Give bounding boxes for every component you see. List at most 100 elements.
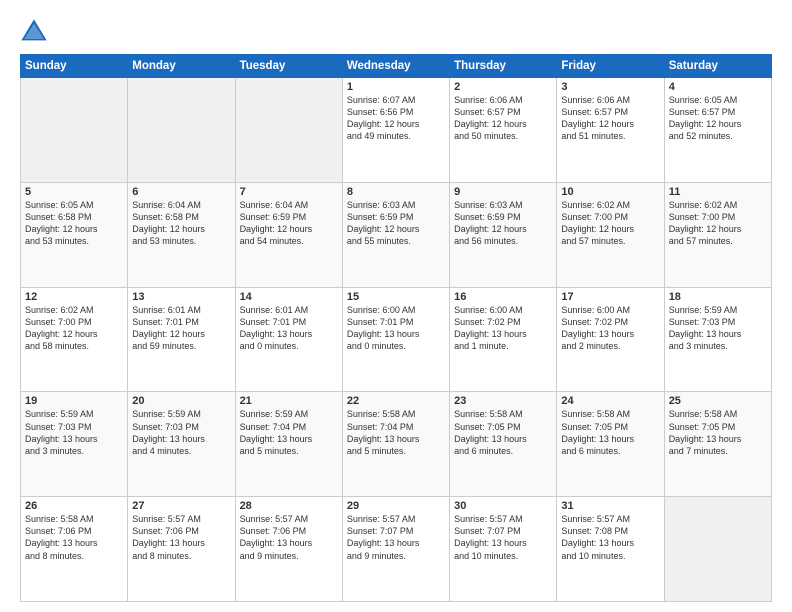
day-cell-31: 31Sunrise: 5:57 AM Sunset: 7:08 PM Dayli… <box>557 497 664 602</box>
day-cell-29: 29Sunrise: 5:57 AM Sunset: 7:07 PM Dayli… <box>342 497 449 602</box>
day-cell-7: 7Sunrise: 6:04 AM Sunset: 6:59 PM Daylig… <box>235 182 342 287</box>
day-cell-26: 26Sunrise: 5:58 AM Sunset: 7:06 PM Dayli… <box>21 497 128 602</box>
day-info: Sunrise: 5:59 AM Sunset: 7:03 PM Dayligh… <box>132 408 230 457</box>
week-row-5: 26Sunrise: 5:58 AM Sunset: 7:06 PM Dayli… <box>21 497 772 602</box>
day-number: 20 <box>132 395 230 407</box>
week-row-2: 5Sunrise: 6:05 AM Sunset: 6:58 PM Daylig… <box>21 182 772 287</box>
day-cell-24: 24Sunrise: 5:58 AM Sunset: 7:05 PM Dayli… <box>557 392 664 497</box>
day-cell-9: 9Sunrise: 6:03 AM Sunset: 6:59 PM Daylig… <box>450 182 557 287</box>
day-info: Sunrise: 6:02 AM Sunset: 7:00 PM Dayligh… <box>669 199 767 248</box>
header-cell-saturday: Saturday <box>664 55 771 78</box>
day-number: 19 <box>25 395 123 407</box>
day-number: 15 <box>347 291 445 303</box>
day-cell-18: 18Sunrise: 5:59 AM Sunset: 7:03 PM Dayli… <box>664 287 771 392</box>
day-cell-4: 4Sunrise: 6:05 AM Sunset: 6:57 PM Daylig… <box>664 78 771 183</box>
day-number: 22 <box>347 395 445 407</box>
day-cell-28: 28Sunrise: 5:57 AM Sunset: 7:06 PM Dayli… <box>235 497 342 602</box>
day-info: Sunrise: 6:06 AM Sunset: 6:57 PM Dayligh… <box>561 94 659 143</box>
day-cell-12: 12Sunrise: 6:02 AM Sunset: 7:00 PM Dayli… <box>21 287 128 392</box>
header-row: SundayMondayTuesdayWednesdayThursdayFrid… <box>21 55 772 78</box>
day-number: 14 <box>240 291 338 303</box>
day-number: 8 <box>347 186 445 198</box>
day-number: 2 <box>454 81 552 93</box>
day-cell-10: 10Sunrise: 6:02 AM Sunset: 7:00 PM Dayli… <box>557 182 664 287</box>
day-number: 11 <box>669 186 767 198</box>
day-cell-20: 20Sunrise: 5:59 AM Sunset: 7:03 PM Dayli… <box>128 392 235 497</box>
day-number: 16 <box>454 291 552 303</box>
day-number: 6 <box>132 186 230 198</box>
day-number: 7 <box>240 186 338 198</box>
day-cell-13: 13Sunrise: 6:01 AM Sunset: 7:01 PM Dayli… <box>128 287 235 392</box>
week-row-1: 1Sunrise: 6:07 AM Sunset: 6:56 PM Daylig… <box>21 78 772 183</box>
header-cell-friday: Friday <box>557 55 664 78</box>
day-cell-5: 5Sunrise: 6:05 AM Sunset: 6:58 PM Daylig… <box>21 182 128 287</box>
day-cell-6: 6Sunrise: 6:04 AM Sunset: 6:58 PM Daylig… <box>128 182 235 287</box>
day-info: Sunrise: 6:02 AM Sunset: 7:00 PM Dayligh… <box>561 199 659 248</box>
day-number: 26 <box>25 500 123 512</box>
header-cell-monday: Monday <box>128 55 235 78</box>
day-info: Sunrise: 6:02 AM Sunset: 7:00 PM Dayligh… <box>25 304 123 353</box>
day-number: 9 <box>454 186 552 198</box>
day-info: Sunrise: 6:01 AM Sunset: 7:01 PM Dayligh… <box>240 304 338 353</box>
empty-cell <box>664 497 771 602</box>
day-number: 18 <box>669 291 767 303</box>
day-info: Sunrise: 6:00 AM Sunset: 7:02 PM Dayligh… <box>561 304 659 353</box>
day-number: 30 <box>454 500 552 512</box>
week-row-3: 12Sunrise: 6:02 AM Sunset: 7:00 PM Dayli… <box>21 287 772 392</box>
day-cell-30: 30Sunrise: 5:57 AM Sunset: 7:07 PM Dayli… <box>450 497 557 602</box>
day-info: Sunrise: 5:59 AM Sunset: 7:03 PM Dayligh… <box>25 408 123 457</box>
day-info: Sunrise: 6:07 AM Sunset: 6:56 PM Dayligh… <box>347 94 445 143</box>
day-number: 24 <box>561 395 659 407</box>
day-cell-23: 23Sunrise: 5:58 AM Sunset: 7:05 PM Dayli… <box>450 392 557 497</box>
empty-cell <box>21 78 128 183</box>
day-cell-11: 11Sunrise: 6:02 AM Sunset: 7:00 PM Dayli… <box>664 182 771 287</box>
day-info: Sunrise: 5:57 AM Sunset: 7:06 PM Dayligh… <box>240 513 338 562</box>
day-info: Sunrise: 6:03 AM Sunset: 6:59 PM Dayligh… <box>454 199 552 248</box>
header-cell-tuesday: Tuesday <box>235 55 342 78</box>
day-cell-17: 17Sunrise: 6:00 AM Sunset: 7:02 PM Dayli… <box>557 287 664 392</box>
day-info: Sunrise: 5:59 AM Sunset: 7:04 PM Dayligh… <box>240 408 338 457</box>
day-cell-14: 14Sunrise: 6:01 AM Sunset: 7:01 PM Dayli… <box>235 287 342 392</box>
header-cell-wednesday: Wednesday <box>342 55 449 78</box>
day-cell-1: 1Sunrise: 6:07 AM Sunset: 6:56 PM Daylig… <box>342 78 449 183</box>
day-info: Sunrise: 6:00 AM Sunset: 7:01 PM Dayligh… <box>347 304 445 353</box>
day-cell-22: 22Sunrise: 5:58 AM Sunset: 7:04 PM Dayli… <box>342 392 449 497</box>
day-info: Sunrise: 5:58 AM Sunset: 7:04 PM Dayligh… <box>347 408 445 457</box>
day-info: Sunrise: 5:58 AM Sunset: 7:06 PM Dayligh… <box>25 513 123 562</box>
logo <box>20 18 52 46</box>
day-cell-16: 16Sunrise: 6:00 AM Sunset: 7:02 PM Dayli… <box>450 287 557 392</box>
day-number: 12 <box>25 291 123 303</box>
day-info: Sunrise: 5:57 AM Sunset: 7:06 PM Dayligh… <box>132 513 230 562</box>
day-info: Sunrise: 5:57 AM Sunset: 7:07 PM Dayligh… <box>347 513 445 562</box>
day-info: Sunrise: 5:58 AM Sunset: 7:05 PM Dayligh… <box>454 408 552 457</box>
day-cell-15: 15Sunrise: 6:00 AM Sunset: 7:01 PM Dayli… <box>342 287 449 392</box>
day-cell-21: 21Sunrise: 5:59 AM Sunset: 7:04 PM Dayli… <box>235 392 342 497</box>
day-info: Sunrise: 6:05 AM Sunset: 6:57 PM Dayligh… <box>669 94 767 143</box>
day-number: 28 <box>240 500 338 512</box>
day-number: 10 <box>561 186 659 198</box>
day-info: Sunrise: 5:58 AM Sunset: 7:05 PM Dayligh… <box>669 408 767 457</box>
day-cell-3: 3Sunrise: 6:06 AM Sunset: 6:57 PM Daylig… <box>557 78 664 183</box>
day-cell-8: 8Sunrise: 6:03 AM Sunset: 6:59 PM Daylig… <box>342 182 449 287</box>
day-number: 3 <box>561 81 659 93</box>
day-cell-27: 27Sunrise: 5:57 AM Sunset: 7:06 PM Dayli… <box>128 497 235 602</box>
day-cell-19: 19Sunrise: 5:59 AM Sunset: 7:03 PM Dayli… <box>21 392 128 497</box>
day-info: Sunrise: 6:06 AM Sunset: 6:57 PM Dayligh… <box>454 94 552 143</box>
empty-cell <box>128 78 235 183</box>
day-info: Sunrise: 6:05 AM Sunset: 6:58 PM Dayligh… <box>25 199 123 248</box>
day-info: Sunrise: 5:57 AM Sunset: 7:08 PM Dayligh… <box>561 513 659 562</box>
day-number: 31 <box>561 500 659 512</box>
day-number: 29 <box>347 500 445 512</box>
day-number: 27 <box>132 500 230 512</box>
day-number: 4 <box>669 81 767 93</box>
day-info: Sunrise: 6:04 AM Sunset: 6:58 PM Dayligh… <box>132 199 230 248</box>
day-info: Sunrise: 6:00 AM Sunset: 7:02 PM Dayligh… <box>454 304 552 353</box>
day-number: 17 <box>561 291 659 303</box>
day-cell-25: 25Sunrise: 5:58 AM Sunset: 7:05 PM Dayli… <box>664 392 771 497</box>
day-number: 21 <box>240 395 338 407</box>
day-number: 13 <box>132 291 230 303</box>
day-info: Sunrise: 6:03 AM Sunset: 6:59 PM Dayligh… <box>347 199 445 248</box>
day-info: Sunrise: 6:01 AM Sunset: 7:01 PM Dayligh… <box>132 304 230 353</box>
header <box>20 18 772 46</box>
day-info: Sunrise: 5:59 AM Sunset: 7:03 PM Dayligh… <box>669 304 767 353</box>
